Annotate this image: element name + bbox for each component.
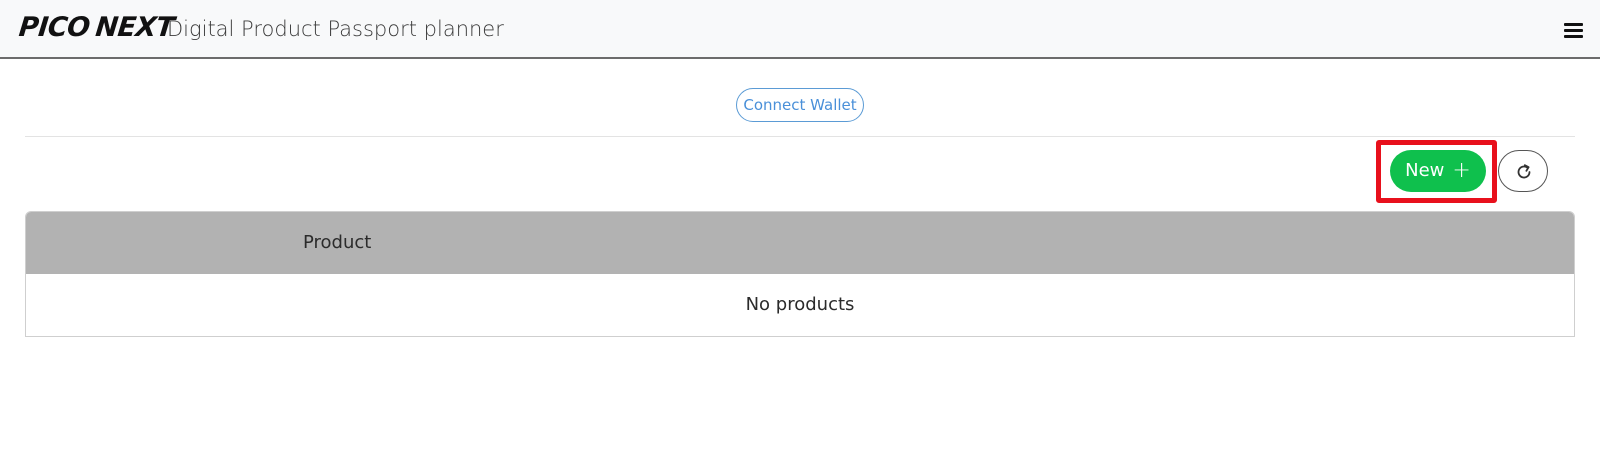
top-navbar: PICO NEXT Digital Product Passport planne… (0, 0, 1600, 59)
refresh-icon (1517, 164, 1531, 179)
plus-icon: + (1452, 158, 1471, 183)
logo-text-right: NEXT (94, 12, 176, 43)
table-body: No products (26, 274, 1574, 336)
table-header: Product (26, 212, 1574, 274)
app-title: Digital Product Passport planner (167, 17, 504, 41)
refresh-button[interactable] (1498, 150, 1548, 192)
piconext-logo[interactable]: PICO NEXT (17, 12, 175, 44)
column-header-product[interactable]: Product (303, 231, 371, 255)
section-divider (25, 136, 1575, 137)
logo-text-left: PICO (17, 12, 92, 43)
hamburger-menu-icon[interactable] (1562, 20, 1584, 40)
products-table: Product No products (25, 211, 1575, 337)
new-button-label: New (1405, 160, 1445, 181)
new-product-button[interactable]: New + (1390, 150, 1486, 192)
empty-state-message: No products (745, 294, 855, 315)
connect-wallet-button[interactable]: Connect Wallet (736, 88, 864, 122)
